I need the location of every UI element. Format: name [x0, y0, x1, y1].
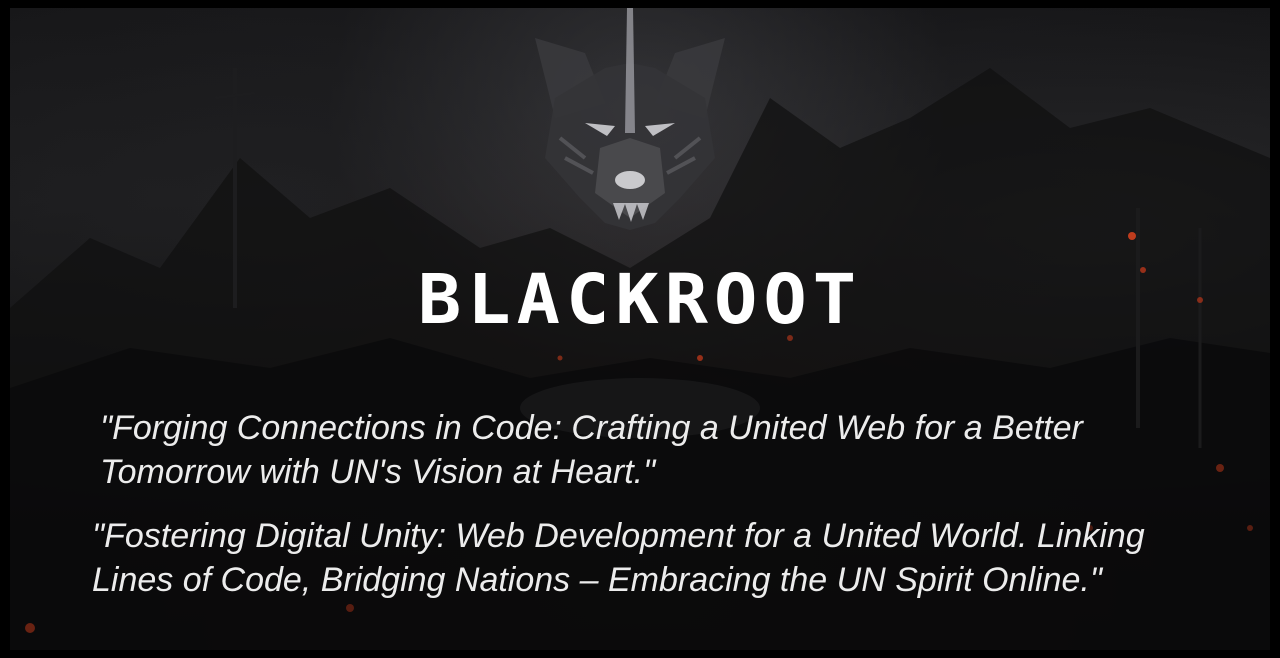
wolf-head-icon [535, 8, 725, 230]
page-frame: BLACKROOT "Forging Connections in Code: … [0, 0, 1280, 658]
brand-title: BLACKROOT [417, 259, 863, 339]
quote-fostering-unity: "Fostering Digital Unity: Web Developmen… [92, 517, 1145, 599]
quote-forging-connections: "Forging Connections in Code: Crafting a… [100, 409, 1083, 491]
hero-section: BLACKROOT "Forging Connections in Code: … [10, 8, 1270, 650]
